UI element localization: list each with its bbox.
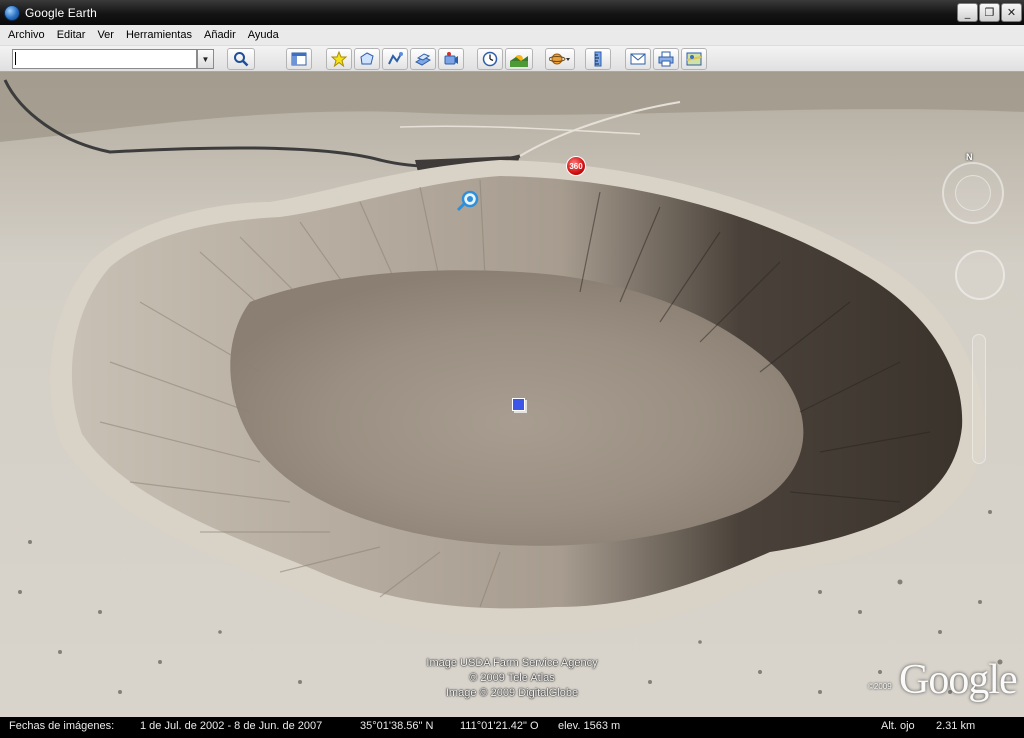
menu-editar[interactable]: Editar bbox=[51, 29, 92, 41]
menu-ver[interactable]: Ver bbox=[91, 29, 120, 41]
window-title: Google Earth bbox=[25, 5, 97, 20]
clock-icon bbox=[482, 51, 498, 67]
sunlight-icon bbox=[510, 55, 528, 67]
placemark-icon bbox=[331, 51, 347, 67]
menu-archivo[interactable]: Archivo bbox=[2, 29, 51, 41]
restore-button[interactable]: ❐ bbox=[979, 3, 1000, 22]
planets-button[interactable] bbox=[545, 48, 575, 70]
search-history-dropdown[interactable]: ▼ bbox=[197, 49, 214, 69]
elevation-readout: elev. 1563 m bbox=[558, 720, 621, 732]
longitude-readout: 111°01'21.42" O bbox=[460, 720, 539, 732]
planets-icon bbox=[549, 53, 570, 65]
panorama-360-marker[interactable]: 360 bbox=[566, 156, 586, 176]
chevron-down-icon: ▼ bbox=[201, 54, 210, 64]
sidebar-toggle-icon bbox=[291, 52, 307, 66]
ruler-icon bbox=[594, 51, 602, 67]
path-icon bbox=[388, 52, 403, 65]
path-button[interactable] bbox=[382, 48, 408, 70]
menu-bar: Archivo Editar Ver Herramientas Añadir A… bbox=[0, 25, 1024, 46]
zoom-slider[interactable] bbox=[972, 334, 986, 464]
email-button[interactable] bbox=[625, 48, 651, 70]
google-logo: Google bbox=[899, 657, 1018, 703]
latitude-readout: 35°01'38.56" N bbox=[360, 720, 434, 732]
imagery-date-range: 1 de Jul. de 2002 - 8 de Jun. de 2007 bbox=[140, 720, 323, 732]
compass-north-label: N bbox=[966, 152, 973, 162]
earth-3d-view[interactable]: N bbox=[0, 72, 1024, 717]
email-icon bbox=[630, 53, 646, 65]
imagery-dates-label: Fechas de imágenes: bbox=[9, 720, 115, 732]
print-icon bbox=[658, 51, 674, 67]
polygon-icon bbox=[360, 52, 374, 65]
google-earth-app-icon bbox=[4, 4, 20, 21]
image-overlay-icon bbox=[415, 53, 431, 66]
toolbar: ▼ bbox=[0, 46, 1024, 72]
window-controls: _ ❐ ✕ bbox=[957, 3, 1022, 22]
view-in-maps-icon bbox=[686, 52, 702, 66]
eye-altitude-label: Alt. ojo bbox=[881, 720, 915, 732]
print-button[interactable] bbox=[653, 48, 679, 70]
status-bar: Fechas de imágenes: 1 de Jul. de 2002 - … bbox=[0, 717, 1024, 738]
text-cursor bbox=[15, 52, 16, 65]
search-button[interactable] bbox=[227, 48, 255, 70]
placemark-square-icon[interactable] bbox=[512, 398, 525, 411]
menu-ayuda[interactable]: Ayuda bbox=[242, 29, 285, 41]
compass-ring[interactable] bbox=[955, 175, 991, 211]
magnifier-photo-icon[interactable] bbox=[456, 190, 482, 214]
historical-imagery-button[interactable] bbox=[477, 48, 503, 70]
image-overlay-button[interactable] bbox=[410, 48, 436, 70]
ruler-button[interactable] bbox=[585, 48, 611, 70]
record-tour-icon bbox=[444, 52, 458, 65]
search-icon bbox=[234, 52, 249, 67]
title-bar: Google Earth _ ❐ ✕ bbox=[0, 0, 1024, 25]
minimize-button[interactable]: _ bbox=[957, 3, 978, 22]
record-tour-button[interactable] bbox=[438, 48, 464, 70]
logo-copyright: ©2009 bbox=[868, 682, 892, 691]
imagery-credit-1: Image USDA Farm Service Agency bbox=[426, 657, 598, 669]
crater-terrain-image bbox=[0, 72, 1024, 717]
close-button[interactable]: ✕ bbox=[1001, 3, 1022, 22]
polygon-button[interactable] bbox=[354, 48, 380, 70]
placemark-button[interactable] bbox=[326, 48, 352, 70]
move-joystick[interactable] bbox=[955, 250, 1005, 300]
sunlight-button[interactable] bbox=[505, 48, 533, 70]
view-in-google-maps-button[interactable] bbox=[681, 48, 707, 70]
search-input[interactable] bbox=[12, 49, 197, 69]
eye-altitude-value: 2.31 km bbox=[936, 720, 976, 732]
menu-anadir[interactable]: Añadir bbox=[198, 29, 242, 41]
sidebar-toggle-button[interactable] bbox=[286, 48, 312, 70]
menu-herramientas[interactable]: Herramientas bbox=[120, 29, 198, 41]
